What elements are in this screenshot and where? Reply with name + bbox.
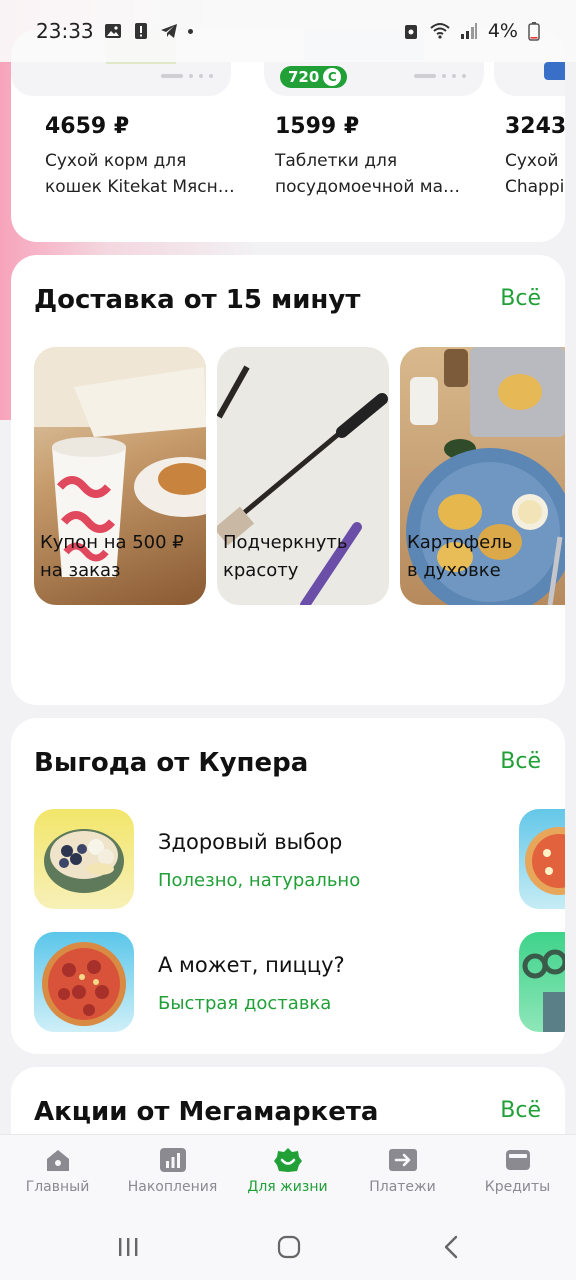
bowl-icon xyxy=(44,829,124,893)
product-price: 4659 ₽ xyxy=(45,114,130,139)
tile-label: Подчеркнуть красоту xyxy=(223,532,348,581)
lock-icon xyxy=(404,25,417,39)
pizza-image[interactable] xyxy=(34,932,134,1032)
gallery-icon xyxy=(104,24,121,38)
smile-icon xyxy=(273,1148,302,1172)
promo-subtitle: Полезно, натурально xyxy=(158,870,361,891)
battery-percent: 4% xyxy=(487,20,518,42)
transfer-icon xyxy=(388,1149,417,1171)
kuper-section: Выгода от Купера Всё Здоровый выбор Поле… xyxy=(11,718,565,1054)
more-dot-icon xyxy=(187,28,193,34)
nav-for-life[interactable]: Для жизни xyxy=(230,1147,345,1195)
see-all-link[interactable]: Всё xyxy=(500,286,541,311)
nav-savings[interactable]: Накопления xyxy=(115,1147,230,1195)
scissors-peek-image[interactable] xyxy=(519,932,565,1032)
bottom-nav: Главный Накопления Для жизни Платежи Кре… xyxy=(0,1134,576,1214)
home-icon xyxy=(46,1150,69,1171)
healthy-bowl-image[interactable] xyxy=(34,809,134,909)
promo-subtitle: Быстрая доставка xyxy=(158,993,332,1014)
bonus-badge: 720 С xyxy=(280,66,348,88)
alert-icon xyxy=(134,23,147,39)
scissors-icon xyxy=(522,949,565,1032)
system-nav-bar xyxy=(0,1214,576,1280)
product-price: 3243 ₽ xyxy=(505,114,565,139)
product-name: Сухой корм для собак Chappi xyxy=(505,151,565,197)
pizza-icon xyxy=(42,942,126,1026)
status-bar: 23:33 4% xyxy=(0,0,576,62)
section-title: Доставка от 15 минут xyxy=(34,285,361,315)
see-all-link[interactable]: Всё xyxy=(500,1098,541,1123)
promo-title: А может, пиццу? xyxy=(158,953,345,977)
chart-icon xyxy=(159,1148,186,1172)
see-all-link[interactable]: Всё xyxy=(500,749,541,774)
product-name: Таблетки для посудомоечной ма… xyxy=(275,151,461,197)
tile-label: Купон на 500 ₽ на заказ xyxy=(40,532,184,581)
nav-credits[interactable]: Кредиты xyxy=(460,1147,575,1195)
delivery-section: Доставка от 15 минут Всё Купон на 500 ₽ н… xyxy=(11,255,565,705)
tile-label: Картофель в духовке xyxy=(407,532,513,581)
nav-label: Платежи xyxy=(369,1179,436,1195)
section-title: Акции от Мегамаркета xyxy=(34,1097,379,1127)
image-pager xyxy=(161,74,213,78)
coin-icon: С xyxy=(323,68,342,86)
pizza-icon xyxy=(525,827,565,895)
signal-icon xyxy=(460,23,477,39)
product-name: Сухой корм для кошек Kitekat Мясн… xyxy=(45,151,235,197)
section-title: Выгода от Купера xyxy=(34,748,309,778)
nav-label: Главный xyxy=(25,1179,90,1195)
product-photo xyxy=(544,62,565,80)
nav-label: Накопления xyxy=(127,1179,218,1195)
wallet-icon xyxy=(505,1150,530,1170)
recent-apps-icon[interactable] xyxy=(117,1236,139,1258)
clock: 23:33 xyxy=(36,19,94,43)
nav-home[interactable]: Главный xyxy=(0,1147,115,1195)
nav-payments[interactable]: Платежи xyxy=(345,1147,460,1195)
pizza-peek-image[interactable] xyxy=(519,809,565,909)
back-icon[interactable] xyxy=(442,1235,460,1259)
product-price: 1599 ₽ xyxy=(275,114,360,139)
wifi-icon xyxy=(430,23,450,39)
nav-label: Для жизни xyxy=(247,1179,328,1195)
nav-label: Кредиты xyxy=(484,1179,551,1195)
image-pager xyxy=(414,74,466,78)
promo-title: Здоровый выбор xyxy=(158,830,343,854)
home-button-icon[interactable] xyxy=(277,1235,301,1259)
battery-icon xyxy=(528,22,540,41)
telegram-icon xyxy=(160,24,177,38)
